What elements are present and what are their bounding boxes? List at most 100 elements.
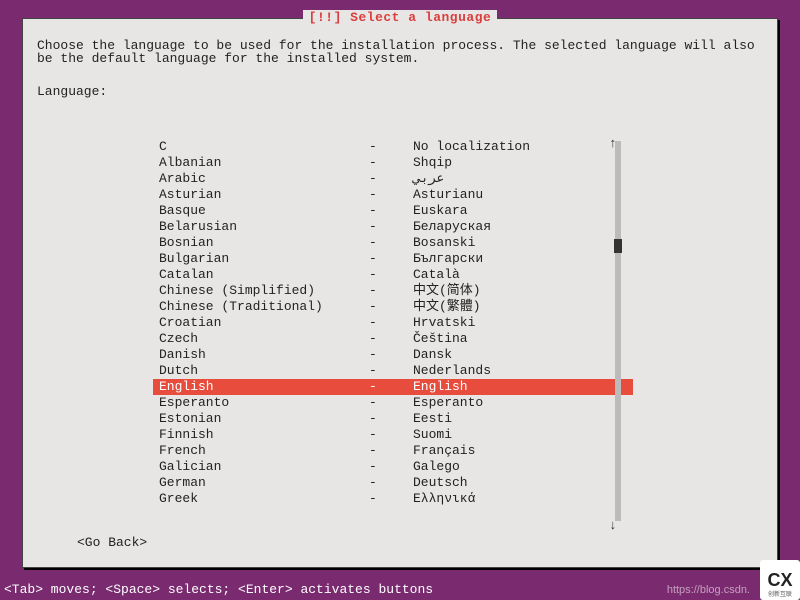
language-native: English bbox=[413, 379, 627, 395]
language-name: Belarusian bbox=[159, 219, 369, 235]
separator: - bbox=[369, 155, 413, 171]
language-name: Croatian bbox=[159, 315, 369, 331]
language-list[interactable]: C-No localizationAlbanian-ShqipArabic-عر… bbox=[153, 139, 633, 529]
language-option[interactable]: Dutch-Nederlands bbox=[153, 363, 633, 379]
language-name: Arabic bbox=[159, 171, 369, 187]
language-native: عربي bbox=[413, 171, 627, 187]
language-name: Basque bbox=[159, 203, 369, 219]
dialog-title-text: [!!] Select a language bbox=[303, 10, 498, 25]
language-native: Hrvatski bbox=[413, 315, 627, 331]
language-name: Dutch bbox=[159, 363, 369, 379]
language-name: Chinese (Simplified) bbox=[159, 283, 369, 299]
separator: - bbox=[369, 219, 413, 235]
language-native: Français bbox=[413, 443, 627, 459]
scrollbar-thumb[interactable] bbox=[614, 239, 622, 253]
language-option[interactable]: C-No localization bbox=[153, 139, 633, 155]
separator: - bbox=[369, 283, 413, 299]
separator: - bbox=[369, 363, 413, 379]
language-option[interactable]: Bulgarian-Български bbox=[153, 251, 633, 267]
logo-main: CX bbox=[767, 571, 792, 589]
language-option[interactable]: Finnish-Suomi bbox=[153, 427, 633, 443]
language-name: Finnish bbox=[159, 427, 369, 443]
language-native: Esperanto bbox=[413, 395, 627, 411]
language-name: Bosnian bbox=[159, 235, 369, 251]
language-field-label: Language: bbox=[23, 73, 777, 106]
language-native: Dansk bbox=[413, 347, 627, 363]
language-name: Galician bbox=[159, 459, 369, 475]
footer-hint: <Tab> moves; <Space> selects; <Enter> ac… bbox=[4, 583, 433, 596]
separator: - bbox=[369, 139, 413, 155]
separator: - bbox=[369, 459, 413, 475]
language-native: Asturianu bbox=[413, 187, 627, 203]
separator: - bbox=[369, 395, 413, 411]
language-option[interactable]: Chinese (Traditional)-中文(繁體) bbox=[153, 299, 633, 315]
language-native: Български bbox=[413, 251, 627, 267]
language-option[interactable]: Czech-Čeština bbox=[153, 331, 633, 347]
language-option[interactable]: Asturian-Asturianu bbox=[153, 187, 633, 203]
separator: - bbox=[369, 491, 413, 507]
language-option[interactable]: Danish-Dansk bbox=[153, 347, 633, 363]
language-option[interactable]: Greek-Ελληνικά bbox=[153, 491, 633, 507]
language-dialog: [!!] Select a language Choose the langua… bbox=[22, 18, 778, 568]
scroll-down-icon[interactable]: ↓ bbox=[609, 519, 617, 532]
language-native: Suomi bbox=[413, 427, 627, 443]
language-name: C bbox=[159, 139, 369, 155]
separator: - bbox=[369, 331, 413, 347]
separator: - bbox=[369, 171, 413, 187]
language-native: Euskara bbox=[413, 203, 627, 219]
separator: - bbox=[369, 267, 413, 283]
language-name: Chinese (Traditional) bbox=[159, 299, 369, 315]
language-native: Nederlands bbox=[413, 363, 627, 379]
language-option[interactable]: Belarusian-Беларуская bbox=[153, 219, 633, 235]
language-option[interactable]: German-Deutsch bbox=[153, 475, 633, 491]
language-native: Bosanski bbox=[413, 235, 627, 251]
language-option[interactable]: Croatian-Hrvatski bbox=[153, 315, 633, 331]
logo: CX 创新互联 bbox=[760, 560, 800, 600]
language-option[interactable]: Basque-Euskara bbox=[153, 203, 633, 219]
language-name: Greek bbox=[159, 491, 369, 507]
language-native: Čeština bbox=[413, 331, 627, 347]
language-option[interactable]: Albanian-Shqip bbox=[153, 155, 633, 171]
scrollbar-track[interactable] bbox=[615, 141, 621, 521]
language-native: 中文(简体) bbox=[413, 283, 627, 299]
language-option[interactable]: Esperanto-Esperanto bbox=[153, 395, 633, 411]
language-native: Shqip bbox=[413, 155, 627, 171]
separator: - bbox=[369, 379, 413, 395]
language-option[interactable]: Bosnian-Bosanski bbox=[153, 235, 633, 251]
language-native: Беларуская bbox=[413, 219, 627, 235]
separator: - bbox=[369, 443, 413, 459]
separator: - bbox=[369, 235, 413, 251]
language-option[interactable]: Arabic-عربي bbox=[153, 171, 633, 187]
separator: - bbox=[369, 411, 413, 427]
language-name: Estonian bbox=[159, 411, 369, 427]
dialog-title: [!!] Select a language bbox=[23, 11, 777, 24]
language-option[interactable]: Estonian-Eesti bbox=[153, 411, 633, 427]
language-option[interactable]: English-English bbox=[153, 379, 633, 395]
separator: - bbox=[369, 347, 413, 363]
language-option[interactable]: Catalan-Català bbox=[153, 267, 633, 283]
language-name: Catalan bbox=[159, 267, 369, 283]
language-native: Galego bbox=[413, 459, 627, 475]
separator: - bbox=[369, 251, 413, 267]
language-name: Albanian bbox=[159, 155, 369, 171]
logo-sub: 创新互联 bbox=[768, 592, 792, 598]
language-option[interactable]: Chinese (Simplified)-中文(简体) bbox=[153, 283, 633, 299]
language-option[interactable]: French-Français bbox=[153, 443, 633, 459]
language-native: Català bbox=[413, 267, 627, 283]
language-name: Bulgarian bbox=[159, 251, 369, 267]
go-back-button[interactable]: <Go Back> bbox=[77, 536, 147, 549]
instructions-text: Choose the language to be used for the i… bbox=[23, 19, 777, 73]
separator: - bbox=[369, 203, 413, 219]
language-name: Danish bbox=[159, 347, 369, 363]
language-name: Esperanto bbox=[159, 395, 369, 411]
language-name: Czech bbox=[159, 331, 369, 347]
language-native: Eesti bbox=[413, 411, 627, 427]
separator: - bbox=[369, 315, 413, 331]
language-native: 中文(繁體) bbox=[413, 299, 627, 315]
language-name: German bbox=[159, 475, 369, 491]
language-name: English bbox=[159, 379, 369, 395]
language-native: Deutsch bbox=[413, 475, 627, 491]
language-name: Asturian bbox=[159, 187, 369, 203]
separator: - bbox=[369, 299, 413, 315]
language-option[interactable]: Galician-Galego bbox=[153, 459, 633, 475]
